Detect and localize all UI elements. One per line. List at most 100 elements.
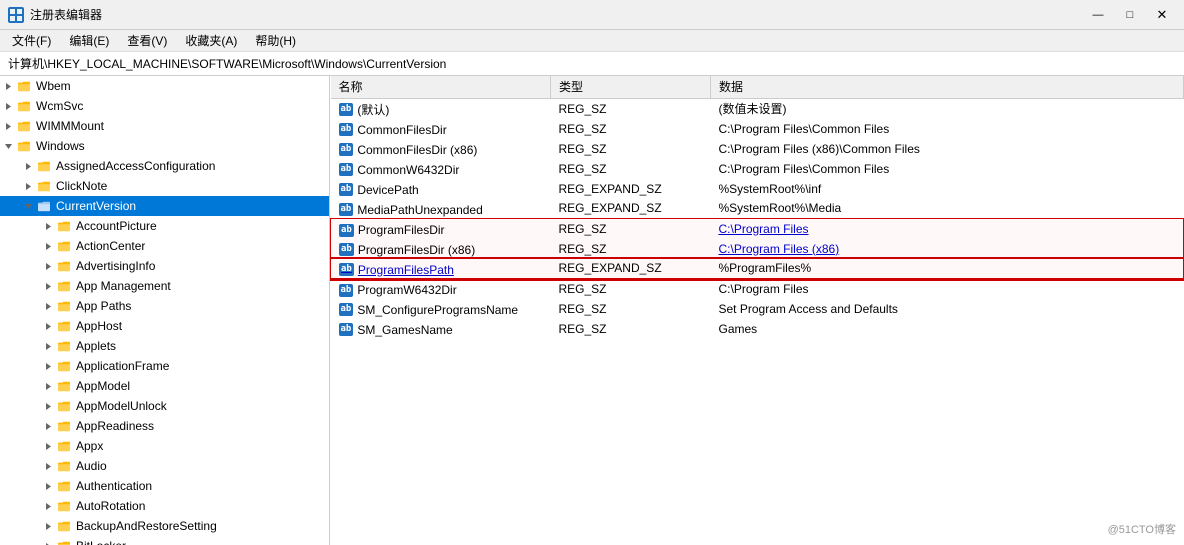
registry-values-table: 名称 类型 数据 ab (默认)REG_SZ(数值未设置)ab CommonFi…	[330, 76, 1184, 339]
menu-item[interactable]: 帮助(H)	[247, 30, 304, 51]
main-content: Wbem WcmSvc WIMMMount Windows AssignedAc…	[0, 76, 1184, 545]
tree-item[interactable]: AppModelUnlock	[0, 396, 329, 416]
tree-item-label: WIMMMount	[36, 119, 104, 133]
folder-icon	[56, 258, 72, 274]
tree-item[interactable]: AppHost	[0, 316, 329, 336]
tree-item[interactable]: WcmSvc	[0, 96, 329, 116]
tree-item[interactable]: AccountPicture	[0, 216, 329, 236]
table-row[interactable]: ab ProgramFilesDirREG_SZC:\Program Files	[331, 219, 1184, 239]
expand-button[interactable]	[0, 118, 16, 134]
tree-item-label: WcmSvc	[36, 99, 83, 113]
expand-button[interactable]	[20, 178, 36, 194]
expand-button[interactable]	[40, 318, 56, 334]
table-row[interactable]: ab ProgramFilesPathREG_EXPAND_SZ%Program…	[331, 259, 1184, 279]
values-panel[interactable]: 名称 类型 数据 ab (默认)REG_SZ(数值未设置)ab CommonFi…	[330, 76, 1184, 545]
expand-button[interactable]	[0, 138, 16, 154]
table-row[interactable]: ab CommonW6432DirREG_SZC:\Program Files\…	[331, 159, 1184, 179]
folder-icon	[56, 478, 72, 494]
tree-panel[interactable]: Wbem WcmSvc WIMMMount Windows AssignedAc…	[0, 76, 330, 545]
registry-type-cell: REG_SZ	[551, 319, 711, 339]
tree-item-label: AppHost	[76, 319, 122, 333]
expand-button[interactable]	[40, 518, 56, 534]
table-row[interactable]: ab ProgramFilesDir (x86)REG_SZC:\Program…	[331, 239, 1184, 259]
menu-item[interactable]: 查看(V)	[119, 30, 175, 51]
reg-type-icon: ab DevicePath	[339, 183, 419, 197]
maximize-button[interactable]: □	[1116, 5, 1144, 25]
expand-button[interactable]	[40, 358, 56, 374]
tree-item[interactable]: AppReadiness	[0, 416, 329, 436]
registry-data-cell: C:\Program Files	[711, 219, 1184, 239]
expand-button[interactable]	[20, 158, 36, 174]
tree-item[interactable]: Wbem	[0, 76, 329, 96]
tree-item[interactable]: ClickNote	[0, 176, 329, 196]
expand-button[interactable]	[40, 438, 56, 454]
tree-item-label: App Paths	[76, 299, 131, 313]
tree-item[interactable]: BitLocker	[0, 536, 329, 545]
tree-item[interactable]: AppModel	[0, 376, 329, 396]
tree-item-label: Applets	[76, 339, 116, 353]
minimize-button[interactable]: —	[1084, 5, 1112, 25]
tree-item[interactable]: AdvertisingInfo	[0, 256, 329, 276]
tree-item[interactable]: App Management	[0, 276, 329, 296]
table-row[interactable]: ab ProgramW6432DirREG_SZC:\Program Files	[331, 279, 1184, 299]
expand-button[interactable]	[40, 398, 56, 414]
expand-button[interactable]	[40, 498, 56, 514]
tree-item[interactable]: ActionCenter	[0, 236, 329, 256]
tree-item[interactable]: Audio	[0, 456, 329, 476]
col-data: 数据	[711, 76, 1184, 98]
registry-data-cell: C:\Program Files\Common Files	[711, 159, 1184, 179]
tree-item[interactable]: Windows	[0, 136, 329, 156]
reg-type-icon: ab (默认)	[339, 101, 390, 118]
reg-type-icon: ab SM_ConfigureProgramsName	[339, 303, 519, 317]
close-button[interactable]: ✕	[1148, 5, 1176, 25]
expand-button[interactable]	[40, 218, 56, 234]
menu-item[interactable]: 文件(F)	[4, 30, 59, 51]
tree-item-label: Windows	[36, 139, 85, 153]
expand-button[interactable]	[40, 338, 56, 354]
tree-item[interactable]: WIMMMount	[0, 116, 329, 136]
registry-type-cell: REG_SZ	[551, 239, 711, 259]
tree-item[interactable]: AutoRotation	[0, 496, 329, 516]
registry-type-cell: REG_SZ	[551, 279, 711, 299]
reg-type-icon: ab ProgramW6432Dir	[339, 283, 457, 297]
expand-button[interactable]	[40, 478, 56, 494]
menu-bar: 文件(F)编辑(E)查看(V)收藏夹(A)帮助(H)	[0, 30, 1184, 52]
app-icon	[8, 7, 24, 23]
menu-item[interactable]: 编辑(E)	[61, 30, 117, 51]
expand-button[interactable]	[20, 198, 36, 214]
expand-button[interactable]	[40, 378, 56, 394]
expand-button[interactable]	[40, 258, 56, 274]
registry-type-cell: REG_EXPAND_SZ	[551, 199, 711, 219]
tree-item[interactable]: AssignedAccessConfiguration	[0, 156, 329, 176]
expand-button[interactable]	[40, 278, 56, 294]
expand-button[interactable]	[0, 98, 16, 114]
registry-data-cell: C:\Program Files (x86)\Common Files	[711, 139, 1184, 159]
registry-type-cell: REG_SZ	[551, 159, 711, 179]
table-row[interactable]: ab CommonFilesDirREG_SZC:\Program Files\…	[331, 119, 1184, 139]
expand-button[interactable]	[40, 538, 56, 545]
tree-item[interactable]: Appx	[0, 436, 329, 456]
tree-item[interactable]: ApplicationFrame	[0, 356, 329, 376]
tree-item[interactable]: App Paths	[0, 296, 329, 316]
tree-item[interactable]: Applets	[0, 336, 329, 356]
table-row[interactable]: ab (默认)REG_SZ(数值未设置)	[331, 98, 1184, 119]
expand-button[interactable]	[40, 298, 56, 314]
table-row[interactable]: ab SM_ConfigureProgramsNameREG_SZSet Pro…	[331, 299, 1184, 319]
registry-name-cell: ab SM_ConfigureProgramsName	[331, 299, 551, 319]
tree-item[interactable]: CurrentVersion	[0, 196, 329, 216]
folder-icon	[36, 198, 52, 214]
expand-button[interactable]	[40, 238, 56, 254]
table-row[interactable]: ab SM_GamesNameREG_SZGames	[331, 319, 1184, 339]
table-row[interactable]: ab CommonFilesDir (x86)REG_SZC:\Program …	[331, 139, 1184, 159]
expand-button[interactable]	[0, 78, 16, 94]
reg-type-icon: ab ProgramFilesDir (x86)	[339, 243, 475, 257]
expand-button[interactable]	[40, 418, 56, 434]
expand-button[interactable]	[40, 458, 56, 474]
table-row[interactable]: ab DevicePathREG_EXPAND_SZ%SystemRoot%\i…	[331, 179, 1184, 199]
tree-item[interactable]: BackupAndRestoreSetting	[0, 516, 329, 536]
registry-data-cell: C:\Program Files\Common Files	[711, 119, 1184, 139]
menu-item[interactable]: 收藏夹(A)	[177, 30, 245, 51]
tree-item[interactable]: Authentication	[0, 476, 329, 496]
folder-icon	[56, 398, 72, 414]
table-row[interactable]: ab MediaPathUnexpandedREG_EXPAND_SZ%Syst…	[331, 199, 1184, 219]
